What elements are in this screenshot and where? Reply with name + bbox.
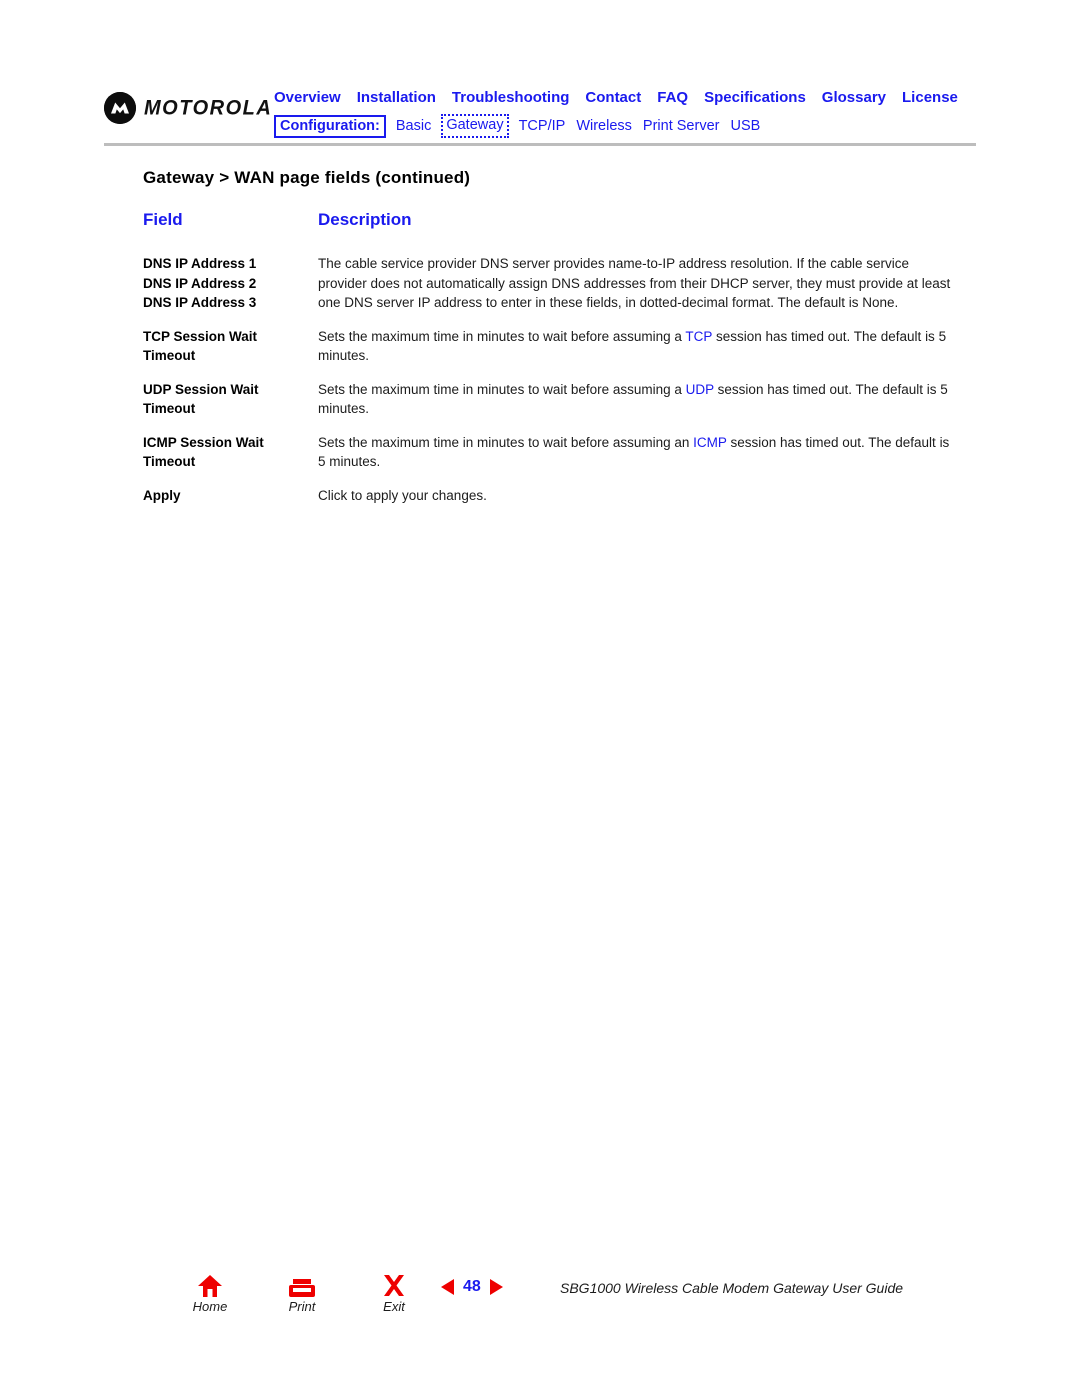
motorola-batwing-icon [104, 92, 136, 124]
table-body: DNS IP Address 1 DNS IP Address 2 DNS IP A… [143, 254, 953, 505]
table-row: ICMP Session Wait Timeout Sets the maximum… [143, 433, 953, 472]
table-cell-field: ICMP Session Wait Timeout [143, 433, 318, 472]
page-number: 48 [463, 1278, 481, 1295]
description-text: Sets the maximum time in minutes to wait… [318, 434, 694, 450]
triangle-left-icon[interactable] [441, 1279, 454, 1295]
table-cell-description: Sets the maximum time in minutes to wait… [318, 380, 953, 419]
home-button-label: Home [192, 1299, 228, 1314]
subnav-item-usb[interactable]: USB [729, 117, 761, 136]
field-name-line: Timeout [143, 348, 196, 363]
nav-item-overview[interactable]: Overview [274, 88, 341, 108]
description-text: The cable service provider DNS server pr… [318, 256, 951, 310]
home-icon [182, 1272, 238, 1298]
table-cell-description: Sets the maximum time in minutes to wait… [318, 433, 953, 472]
table-row: UDP Session Wait Timeout Sets the maximum … [143, 380, 953, 419]
subnav-item-basic[interactable]: Basic [395, 117, 432, 136]
table-header-row: Field Description [143, 210, 953, 254]
nav-item-faq[interactable]: FAQ [657, 88, 688, 108]
table-cell-description: Click to apply your changes. [318, 486, 953, 506]
primary-nav: Overview Installation Troubleshooting Co… [274, 88, 976, 108]
field-name-line: DNS IP Address 1 [143, 256, 257, 271]
exit-button-label: Exit [383, 1299, 405, 1314]
configuration-nav: Configuration: Basic Gateway TCP/IP Wire… [274, 114, 976, 138]
nav-item-troubleshooting[interactable]: Troubleshooting [452, 88, 570, 108]
motorola-wordmark: MOTOROLA [144, 95, 273, 120]
subnav-item-tcpip[interactable]: TCP/IP [518, 117, 567, 136]
triangle-right-icon[interactable] [489, 1279, 503, 1295]
nav-item-license[interactable]: License [902, 88, 958, 108]
field-name-line: TCP Session Wait [143, 328, 258, 344]
field-name-line: DNS IP Address 3 [143, 295, 257, 310]
nav-item-contact[interactable]: Contact [585, 88, 641, 108]
print-button[interactable]: Print [274, 1272, 330, 1314]
table-cell-field: UDP Session Wait Timeout [143, 380, 318, 419]
field-name-line: Timeout [143, 454, 196, 469]
site-navigation: Overview Installation Troubleshooting Co… [274, 88, 976, 138]
exit-button[interactable]: Exit [366, 1272, 422, 1314]
field-name-line: Timeout [143, 401, 196, 416]
close-x-icon [366, 1272, 422, 1298]
configuration-label: Configuration: [274, 114, 386, 138]
inline-glossary-link[interactable]: ICMP [693, 435, 727, 450]
subnav-item-gateway[interactable]: Gateway [441, 114, 509, 138]
table-row: DNS IP Address 1 DNS IP Address 2 DNS IP A… [143, 254, 953, 313]
inline-glossary-link[interactable]: TCP [685, 329, 712, 344]
header-divider [104, 143, 976, 146]
home-button[interactable]: Home [182, 1272, 238, 1314]
field-name-line: DNS IP Address 2 [143, 275, 257, 291]
description-text: Sets the maximum time in minutes to wait… [318, 328, 686, 344]
footer-buttons: Home Print Exit [182, 1272, 422, 1314]
inline-glossary-link[interactable]: UDP [686, 382, 714, 397]
nav-item-glossary[interactable]: Glossary [822, 88, 886, 108]
page-title: Gateway > WAN page fields (continued) [143, 168, 471, 187]
subnav-item-print-server[interactable]: Print Server [642, 117, 721, 136]
table-cell-field: Apply [143, 486, 318, 506]
table-cell-description: The cable service provider DNS server pr… [318, 254, 953, 313]
table-cell-field: TCP Session Wait Timeout [143, 327, 318, 366]
column-header-field: Field [143, 210, 183, 229]
print-button-label: Print [288, 1299, 316, 1314]
page-footer: Home Print Exit 48 SBG1000 Wireless Cabl… [0, 1268, 1080, 1338]
field-name-line: ICMP Session Wait [143, 434, 264, 450]
page-header: MOTOROLA Overview Installation Troublesh… [104, 88, 976, 148]
subnav-item-wireless[interactable]: Wireless [575, 117, 633, 136]
document-title: SBG1000 Wireless Cable Modem Gateway Use… [560, 1280, 904, 1296]
motorola-logo: MOTOROLA [104, 92, 272, 124]
table-row: Apply Click to apply your changes. [143, 486, 953, 506]
table-cell-field: DNS IP Address 1 DNS IP Address 2 DNS IP A… [143, 254, 318, 313]
page-navigator: 48 [441, 1278, 503, 1296]
field-name-line: UDP Session Wait [143, 381, 259, 397]
description-text: Click to apply your changes. [318, 487, 487, 503]
document-page: MOTOROLA Overview Installation Troublesh… [0, 0, 1080, 1397]
nav-item-specifications[interactable]: Specifications [704, 88, 806, 108]
fields-table: Field Description DNS IP Address 1 DNS IP… [143, 210, 953, 519]
nav-item-installation[interactable]: Installation [357, 88, 436, 108]
field-name-line: Apply [143, 487, 181, 503]
description-text: Sets the maximum time in minutes to wait… [318, 381, 686, 397]
table-cell-description: Sets the maximum time in minutes to wait… [318, 327, 953, 366]
printer-icon [274, 1272, 330, 1298]
column-header-description: Description [318, 210, 412, 229]
table-row: TCP Session Wait Timeout Sets the maximum … [143, 327, 953, 366]
